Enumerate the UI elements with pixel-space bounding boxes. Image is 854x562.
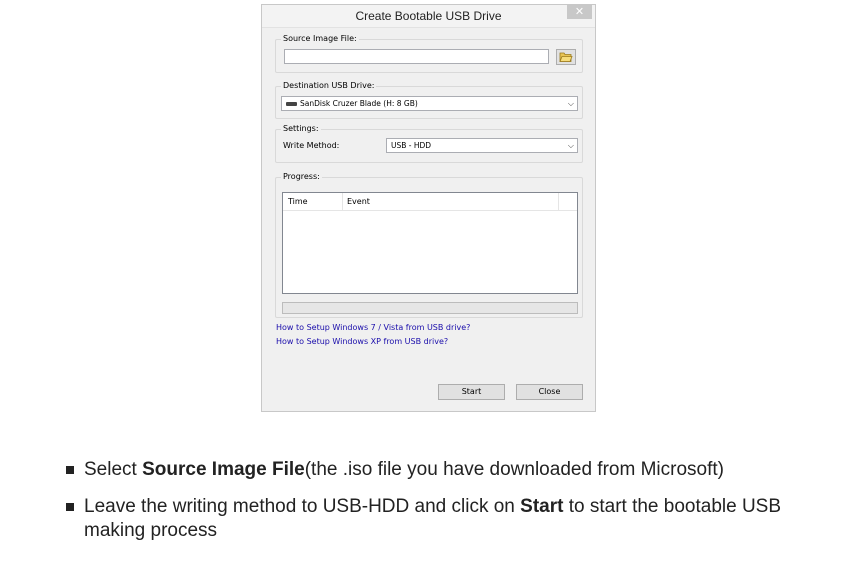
link-setup-windows-xp[interactable]: How to Setup Windows XP from USB drive? — [276, 337, 448, 346]
chevron-down-icon: ⌵ — [567, 141, 574, 150]
list-header: Time Event — [283, 193, 577, 211]
destination-drive-legend: Destination USB Drive: — [281, 81, 377, 90]
write-method-label: Write Method: — [283, 141, 340, 150]
square-bullet-icon — [66, 466, 74, 474]
write-method-value: USB - HDD — [391, 141, 432, 150]
destination-drive-select[interactable]: SanDisk Cruzer Blade (H: 8 GB) ⌵ — [281, 96, 578, 111]
column-header-event[interactable]: Event — [347, 197, 370, 206]
close-icon: ✕ — [574, 5, 585, 18]
close-window-button[interactable]: ✕ — [567, 5, 592, 19]
browse-folder-button[interactable] — [556, 49, 576, 65]
source-image-legend: Source Image File: — [281, 34, 359, 43]
instruction-item: Leave the writing method to USB-HDD and … — [66, 495, 806, 543]
instruction-text: (the .iso file you have downloaded from … — [304, 459, 724, 480]
write-method-select[interactable]: USB - HDD ⌵ — [386, 138, 578, 153]
folder-open-icon — [559, 52, 573, 62]
instruction-text: Leave the writing method to USB-HDD and … — [84, 496, 521, 517]
progress-legend: Progress: — [281, 172, 322, 181]
instruction-emphasis: Start — [520, 496, 564, 517]
progress-event-list[interactable]: Time Event — [282, 192, 578, 294]
column-header-time[interactable]: Time — [288, 197, 308, 206]
column-divider — [342, 193, 343, 210]
destination-drive-value: SanDisk Cruzer Blade (H: 8 GB) — [300, 99, 418, 108]
source-image-path-field[interactable] — [284, 49, 549, 64]
progress-group: Progress: Time Event — [275, 172, 583, 318]
title-bar: Create Bootable USB Drive ✕ — [262, 5, 595, 28]
instruction-list: Select Source Image File(the .iso file y… — [66, 458, 806, 556]
link-setup-windows7-vista[interactable]: How to Setup Windows 7 / Vista from USB … — [276, 323, 470, 332]
column-divider — [558, 193, 559, 210]
instruction-emphasis: Source Image File — [142, 459, 305, 480]
instruction-text: Select — [84, 459, 143, 480]
progress-bar — [282, 302, 578, 314]
start-button[interactable]: Start — [438, 384, 505, 400]
instruction-item: Select Source Image File(the .iso file y… — [66, 458, 806, 482]
close-button[interactable]: Close — [516, 384, 583, 400]
chevron-down-icon: ⌵ — [567, 99, 574, 108]
create-bootable-usb-dialog: Create Bootable USB Drive ✕ Source Image… — [261, 4, 596, 412]
window-title: Create Bootable USB Drive — [355, 9, 502, 23]
settings-legend: Settings: — [281, 124, 321, 133]
usb-drive-icon — [286, 102, 297, 106]
square-bullet-icon — [66, 503, 74, 511]
